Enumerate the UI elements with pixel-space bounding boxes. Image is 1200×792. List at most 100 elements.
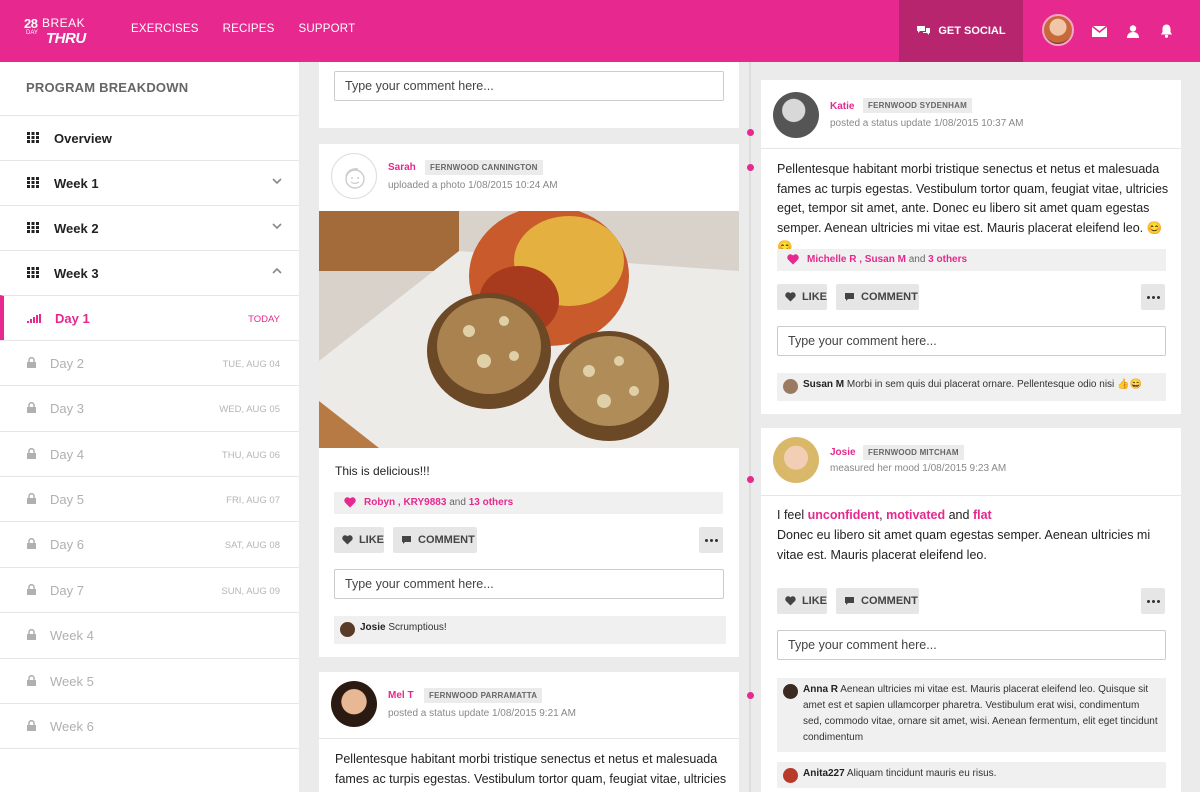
nav-exercises[interactable]: EXERCISES	[131, 23, 199, 35]
author-avatar[interactable]	[331, 681, 377, 727]
get-social-button[interactable]: GET SOCIAL	[899, 0, 1023, 62]
like-button[interactable]: LIKE	[777, 284, 827, 310]
comment-input[interactable]: Type your comment here...	[777, 326, 1166, 356]
logo[interactable]: 28 DAY BREAK THRU	[24, 14, 94, 48]
comment-button[interactable]: COMMENT	[393, 527, 477, 553]
comment-button[interactable]: COMMENT	[836, 284, 919, 310]
timeline-line	[749, 62, 751, 792]
signal-bars-icon	[27, 314, 41, 323]
comment-button[interactable]: COMMENT	[836, 588, 919, 614]
day-label: Day 1	[55, 311, 90, 326]
reply-author[interactable]: Susan M	[803, 379, 844, 390]
mood-separator: ,	[879, 508, 883, 522]
likes-summary[interactable]: Michelle R , Susan M and 3 others	[777, 249, 1166, 271]
likes-and: and	[449, 497, 466, 508]
likes-others: 3 others	[928, 254, 968, 265]
lock-icon	[27, 720, 36, 731]
post-card-sarah: Sarah FERNWOOD CANNINGTON uploaded a pho…	[319, 144, 739, 657]
likes-and: and	[908, 254, 926, 265]
sidebar-item-label: Week 3	[54, 266, 99, 281]
heart-icon	[344, 497, 356, 508]
reply-avatar[interactable]	[783, 684, 798, 699]
day-date: THU, AUG 06	[221, 450, 280, 461]
more-options-button[interactable]	[699, 527, 723, 553]
more-options-button[interactable]	[1141, 284, 1165, 310]
comment-input[interactable]: Type your comment here...	[334, 71, 724, 101]
post-photo[interactable]	[319, 211, 739, 448]
comment-label: COMMENT	[861, 291, 918, 303]
day-label: Day 6	[50, 537, 84, 552]
post-card-prev: Type your comment here...	[319, 62, 739, 128]
reply-text: Aliquam tincidunt mauris eu risus.	[846, 768, 997, 779]
reply-text: Scrumptious!	[388, 622, 447, 633]
comment-label: COMMENT	[861, 595, 918, 607]
sidebar-item-week-1[interactable]: Week 1	[0, 160, 299, 205]
chevron-down-icon	[272, 178, 282, 185]
post-body: Pellentesque habitant morbi tristique se…	[777, 160, 1173, 258]
bell-icon[interactable]	[1157, 22, 1175, 40]
author-avatar[interactable]	[773, 92, 819, 138]
avatar-placeholder[interactable]	[331, 153, 377, 199]
logo-thru: THRU	[46, 30, 86, 47]
grid-icon	[27, 132, 39, 143]
author-name[interactable]: Katie	[830, 101, 854, 112]
mood-tag[interactable]: unconfident	[808, 508, 880, 522]
heart-icon	[785, 596, 796, 606]
lock-icon	[27, 538, 36, 549]
comment-input[interactable]: Type your comment here...	[334, 569, 724, 599]
sidebar-day-1[interactable]: Day 1 TODAY	[0, 295, 299, 340]
mood-tag[interactable]: flat	[973, 508, 992, 522]
sidebar-day-4[interactable]: Day 4 THU, AUG 06	[0, 431, 299, 476]
reply-author[interactable]: Anna R	[803, 684, 838, 695]
reply-avatar[interactable]	[783, 768, 798, 783]
lock-icon	[27, 629, 36, 640]
sidebar-item-week-2[interactable]: Week 2	[0, 205, 299, 250]
sidebar-day-2[interactable]: Day 2 TUE, AUG 04	[0, 340, 299, 385]
author-name[interactable]: Josie	[830, 447, 856, 458]
sidebar-day-7[interactable]: Day 7 SUN, AUG 09	[0, 567, 299, 612]
sidebar-day-3[interactable]: Day 3 WED, AUG 05	[0, 385, 299, 430]
sidebar-week-4[interactable]: Week 4	[0, 612, 299, 657]
day-label: Day 5	[50, 492, 84, 507]
author-avatar[interactable]	[773, 437, 819, 483]
day-date: TUE, AUG 04	[222, 359, 280, 370]
author-name[interactable]: Mel T	[388, 690, 414, 701]
likes-summary[interactable]: Robyn , KRY9883 and 13 others	[334, 492, 723, 514]
gym-tag: FERNWOOD PARRAMATTA	[424, 688, 543, 703]
reply-author[interactable]: Josie	[360, 622, 386, 633]
post-card-josie: Josie FERNWOOD MITCHAM measured her mood…	[761, 428, 1181, 792]
sidebar-week-5[interactable]: Week 5	[0, 658, 299, 703]
like-label: LIKE	[801, 291, 827, 303]
likes-others: 13 others	[468, 497, 514, 508]
sidebar-day-5[interactable]: Day 5 FRI, AUG 07	[0, 476, 299, 521]
timeline-dot	[747, 692, 754, 699]
post-body-text: Pellentesque habitant morbi tristique se…	[777, 162, 1169, 235]
post-caption: This is delicious!!!	[335, 464, 430, 478]
mood-and: and	[948, 508, 970, 522]
nav-support[interactable]: SUPPORT	[299, 23, 356, 35]
sidebar-day-6[interactable]: Day 6 SAT, AUG 08	[0, 521, 299, 566]
user-avatar[interactable]	[1042, 14, 1074, 46]
day-date: SUN, AUG 09	[221, 586, 280, 597]
like-button[interactable]: LIKE	[334, 527, 384, 553]
post-divider	[761, 495, 1181, 496]
reply-author[interactable]: Anita227	[803, 768, 845, 779]
sidebar-item-week-3[interactable]: Week 3	[0, 250, 299, 295]
nav-recipes[interactable]: RECIPES	[223, 23, 275, 35]
sidebar-item-label: Week 2	[54, 221, 99, 236]
heart-icon	[342, 535, 353, 545]
more-options-button[interactable]	[1141, 588, 1165, 614]
sidebar-item-label: Overview	[54, 131, 112, 146]
comment-input[interactable]: Type your comment here...	[777, 630, 1166, 660]
mail-icon[interactable]	[1090, 22, 1108, 40]
sidebar-week-6[interactable]: Week 6	[0, 703, 299, 748]
profile-icon[interactable]	[1124, 22, 1142, 40]
chat-icon	[917, 26, 931, 35]
author-name[interactable]: Sarah	[388, 162, 416, 173]
reply-avatar[interactable]	[783, 379, 798, 394]
like-button[interactable]: LIKE	[777, 588, 827, 614]
reply-avatar[interactable]	[340, 622, 355, 637]
sidebar-item-overview[interactable]: Overview	[0, 115, 299, 160]
mood-tag[interactable]: motivated	[886, 508, 945, 522]
day-label: Day 3	[50, 401, 84, 416]
